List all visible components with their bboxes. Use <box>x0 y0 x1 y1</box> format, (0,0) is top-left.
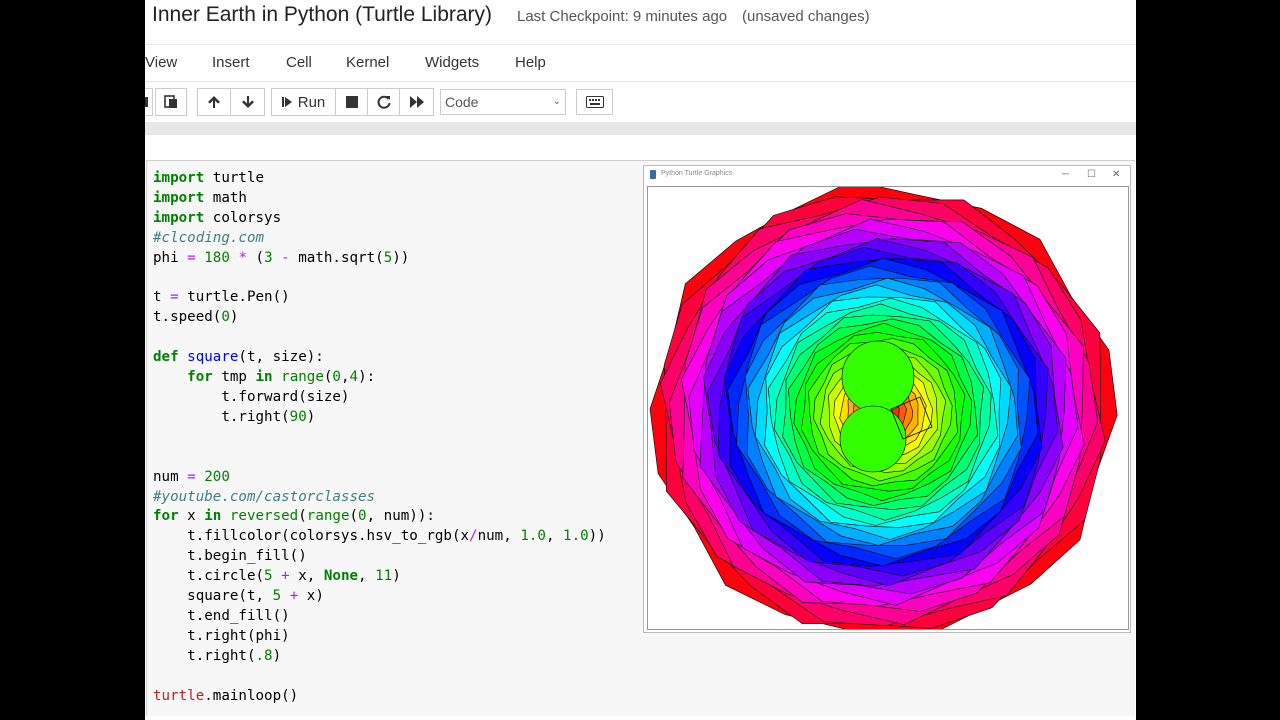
step-forward-icon <box>281 96 292 108</box>
chevron-down-icon: ⌄ <box>552 96 561 107</box>
move-up-button[interactable] <box>197 88 231 116</box>
unsaved-changes-indicator: (unsaved changes) <box>742 8 870 25</box>
restart-run-all-button[interactable] <box>399 88 434 116</box>
code-line: t.right(90) <box>153 408 316 425</box>
turtle-center-circle <box>841 340 915 414</box>
keyboard-icon <box>585 96 604 108</box>
code-line: import math <box>153 189 247 206</box>
arrow-up-icon <box>207 95 221 109</box>
turtle-graphics-window[interactable]: Python Turtle Graphics ─ ☐ ✕ <box>643 165 1131 633</box>
minimize-icon[interactable]: ─ <box>1062 169 1069 180</box>
code-line: for x in reversed(range(0, num)): <box>153 508 435 525</box>
code-editor[interactable]: import turtle import math import colorsy… <box>153 169 606 706</box>
copy-icon <box>145 96 149 108</box>
code-line: for tmp in range(0,4): <box>187 369 376 386</box>
turtle-drawing <box>649 187 1118 629</box>
checkpoint-status: Last Checkpoint: 9 minutes ago <box>517 8 728 25</box>
turtle-center-circle <box>839 405 907 473</box>
notebook-page: Inner Earth in Python (Turtle Library) L… <box>145 0 1136 720</box>
interrupt-button[interactable] <box>335 88 368 116</box>
code-line: import turtle <box>153 170 265 186</box>
run-label: Run <box>297 93 326 111</box>
menu-bar: View Insert Cell Kernel Widgets Help <box>145 45 1136 82</box>
maximize-icon[interactable]: ☐ <box>1087 169 1096 180</box>
code-line: t.right(phi) <box>153 627 290 644</box>
notebook-header: Inner Earth in Python (Turtle Library) L… <box>145 0 1136 45</box>
code-line: square(t, 5 + x) <box>153 588 324 605</box>
code-line: def square(t, size): <box>153 349 324 366</box>
restart-icon <box>377 95 391 109</box>
code-line: phi = 180 * (3 - math.sqrt(5)) <box>153 249 410 266</box>
menu-widgets[interactable]: Widgets <box>425 54 479 71</box>
menu-kernel[interactable]: Kernel <box>346 54 389 71</box>
move-down-button[interactable] <box>230 88 265 116</box>
code-line: import colorsys <box>153 209 282 226</box>
notebook-toolbar: Run Code ⌄ <box>145 82 1136 122</box>
fast-forward-icon <box>409 96 424 108</box>
feather-icon <box>650 170 656 179</box>
menu-cell[interactable]: Cell <box>286 54 312 71</box>
code-line: turtle.mainloop() <box>153 687 299 704</box>
menu-help[interactable]: Help <box>515 54 546 71</box>
code-line: t.end_fill() <box>153 607 290 624</box>
arrow-down-icon <box>241 95 255 109</box>
code-line: t.circle(5 + x, None, 11) <box>153 568 401 585</box>
code-line: t.speed(0) <box>153 309 239 326</box>
notebook-title[interactable]: Inner Earth in Python (Turtle Library) <box>152 3 492 27</box>
code-line: #clcoding.com <box>153 229 265 246</box>
menu-view[interactable]: View <box>145 54 177 71</box>
code-line: t.fillcolor(colorsys.hsv_to_rgb(x/num, 1… <box>153 528 606 545</box>
code-line: t.right(.8) <box>153 647 282 664</box>
cell-type-select[interactable]: Code ⌄ <box>440 89 566 115</box>
run-button[interactable]: Run <box>271 88 336 116</box>
stop-icon <box>345 96 358 108</box>
code-line: num = 200 <box>153 468 230 485</box>
restart-button[interactable] <box>367 88 400 116</box>
paste-button[interactable] <box>155 88 187 116</box>
code-line: t.begin_fill() <box>153 548 307 565</box>
window-title: Python Turtle Graphics <box>661 170 733 177</box>
menu-insert[interactable]: Insert <box>212 54 250 71</box>
code-line: t = turtle.Pen() <box>153 289 290 306</box>
copy-button[interactable] <box>145 88 153 116</box>
turtle-canvas <box>647 186 1129 630</box>
paste-icon <box>164 95 178 109</box>
command-palette-button[interactable] <box>576 89 613 115</box>
code-line: #youtube.com/castorclasses <box>153 488 376 505</box>
window-titlebar[interactable]: Python Turtle Graphics ─ ☐ ✕ <box>644 166 1130 186</box>
close-icon[interactable]: ✕ <box>1112 169 1120 180</box>
code-line: t.forward(size) <box>153 388 350 405</box>
toolbar-divider <box>145 122 1136 135</box>
cell-type-value: Code <box>445 94 479 110</box>
